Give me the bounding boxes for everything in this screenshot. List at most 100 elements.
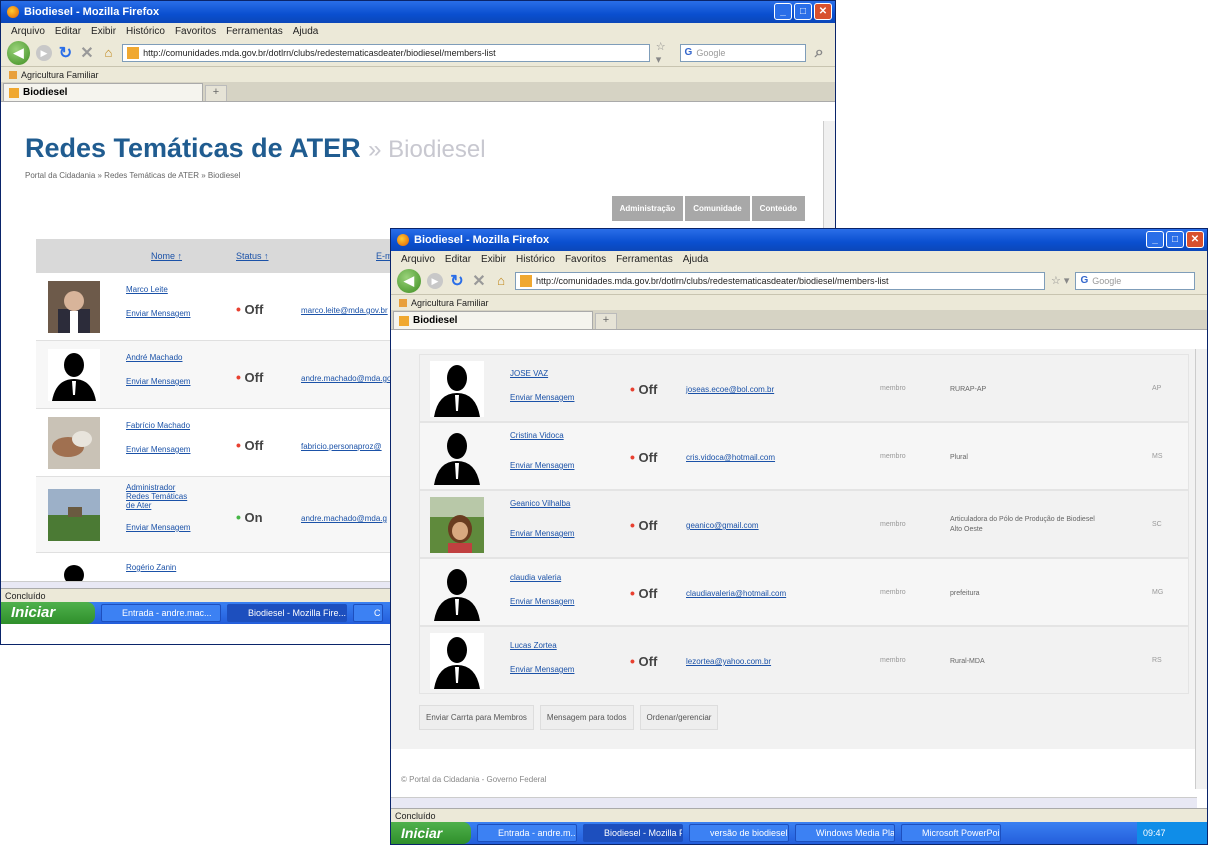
bookmark-star-icon[interactable]: ☆ ▾ <box>1051 274 1069 287</box>
new-tab-button[interactable]: + <box>595 313 617 329</box>
status-text: Off <box>244 370 264 385</box>
member-email[interactable]: andre.machado@mda.gov.br <box>301 374 404 383</box>
message-all-button[interactable]: Mensagem para todos <box>539 705 634 730</box>
menu-ajuda[interactable]: Ajuda <box>293 26 319 37</box>
send-message-link[interactable]: Enviar Mensagem <box>126 377 190 386</box>
tab-biodiesel[interactable]: Biodiesel <box>393 311 593 329</box>
send-message-link[interactable]: Enviar Mensagem <box>126 309 190 318</box>
vertical-scrollbar[interactable] <box>1195 349 1207 789</box>
search-magnifier-icon[interactable]: ⌕ <box>812 44 827 62</box>
taskbar-item-firefox[interactable]: Biodiesel - Mozilla F... <box>583 824 683 842</box>
member-name[interactable]: Fabrício Machado <box>126 421 190 430</box>
taskbar-item-outlook[interactable]: Entrada - andre.m... <box>477 824 577 842</box>
send-email-members-button[interactable]: Enviar Carrta para Membros <box>419 705 534 730</box>
member-email[interactable]: marco.leite@mda.gov.br <box>301 306 388 315</box>
conteudo-button[interactable]: Conteúdo <box>751 196 805 221</box>
member-name[interactable]: Lucas Zortea <box>510 641 557 650</box>
member-name[interactable]: Geanico Vilhalba <box>510 499 570 508</box>
home-icon[interactable]: ⌂ <box>101 45 116 60</box>
send-message-link[interactable]: Enviar Mensagem <box>126 445 190 454</box>
bookmark-agricultura-familiar[interactable]: Agricultura Familiar <box>21 70 99 80</box>
breadcrumb[interactable]: Portal da Cidadania » Redes Temáticas de… <box>25 171 240 180</box>
taskbar-item-firefox[interactable]: Biodiesel - Mozilla Fire... <box>227 604 347 622</box>
bookmarks-bar: Agricultura Familiar <box>1 67 835 82</box>
menu-historico[interactable]: Histórico <box>126 26 165 37</box>
menu-arquivo[interactable]: Arquivo <box>11 26 45 37</box>
taskbar-item-other[interactable]: C <box>353 604 383 622</box>
maximize-button[interactable]: □ <box>794 3 812 20</box>
send-message-link[interactable]: Enviar Mensagem <box>510 393 574 402</box>
taskbar-item-media-player[interactable]: Windows Media Pla... <box>795 824 895 842</box>
back-button[interactable]: ◀ <box>7 40 31 65</box>
forward-button[interactable]: ▶ <box>36 44 52 61</box>
search-input[interactable]: G Google <box>1075 271 1196 290</box>
member-email[interactable]: geanico@gmail.com <box>686 521 759 530</box>
member-name[interactable]: claudia valeria <box>510 573 561 582</box>
send-message-link[interactable]: Enviar Mensagem <box>510 461 574 470</box>
footer-text: © Portal da Cidadania - Governo Federal <box>401 775 547 784</box>
send-message-link[interactable]: Enviar Mensagem <box>126 523 190 532</box>
tab-favicon <box>399 315 409 326</box>
bookmark-star-icon[interactable]: ☆ ▾ <box>656 40 674 66</box>
administracao-button[interactable]: Administração <box>611 196 684 221</box>
taskbar: Iniciar Entrada - andre.m... Biodiesel -… <box>391 822 1207 844</box>
back-button[interactable]: ◀ <box>397 268 421 293</box>
menu-exibir[interactable]: Exibir <box>481 254 506 265</box>
menu-ferramentas[interactable]: Ferramentas <box>226 26 283 37</box>
stop-icon[interactable]: ✕ <box>471 271 487 291</box>
url-bar[interactable]: http://comunidades.mda.gov.br/dotlrn/clu… <box>515 271 1045 290</box>
search-input[interactable]: G Google <box>679 43 806 62</box>
member-email[interactable]: lezortea@yahoo.com.br <box>686 657 771 666</box>
member-name[interactable]: Marco Leite <box>126 285 168 294</box>
menu-ajuda[interactable]: Ajuda <box>683 254 709 265</box>
menu-favoritos[interactable]: Favoritos <box>175 26 216 37</box>
member-email[interactable]: fabricio.personaproz@ <box>301 442 382 451</box>
menu-favoritos[interactable]: Favoritos <box>565 254 606 265</box>
taskbar-item-outlook[interactable]: Entrada - andre.mac... <box>101 604 221 622</box>
send-message-link[interactable]: Enviar Mensagem <box>510 529 574 538</box>
start-button[interactable]: Iniciar <box>391 822 471 844</box>
member-email[interactable]: andre.machado@mda.g <box>301 514 387 523</box>
forward-button[interactable]: ▶ <box>427 272 443 289</box>
start-button[interactable]: Iniciar <box>1 602 95 624</box>
tab-biodiesel[interactable]: Biodiesel <box>3 83 203 101</box>
send-message-link[interactable]: Enviar Mensagem <box>510 597 574 606</box>
menu-editar[interactable]: Editar <box>55 26 81 37</box>
order-manage-button[interactable]: Ordenar/gerenciar <box>639 705 719 730</box>
maximize-button[interactable]: □ <box>1166 231 1184 248</box>
table-row: JOSE VAZ Enviar Mensagem • Off joseas.ec… <box>419 354 1189 422</box>
send-message-link[interactable]: Enviar Mensagem <box>510 665 574 674</box>
comunidade-button[interactable]: Comunidade <box>685 196 750 221</box>
bookmark-agricultura-familiar[interactable]: Agricultura Familiar <box>411 298 489 308</box>
member-email[interactable]: joseas.ecoe@bol.com.br <box>686 385 774 394</box>
member-name[interactable]: Rogério Zanin <box>126 563 176 572</box>
tab-bar: Biodiesel + <box>391 310 1207 330</box>
reload-icon[interactable]: ↻ <box>449 271 465 291</box>
member-name[interactable]: Cristina Vidoca <box>510 431 564 440</box>
status-indicator: • Off <box>630 585 657 601</box>
close-button[interactable]: ✕ <box>1186 231 1204 248</box>
minimize-button[interactable]: _ <box>1146 231 1164 248</box>
reload-icon[interactable]: ↻ <box>58 43 73 63</box>
site-icon <box>127 46 140 59</box>
menu-ferramentas[interactable]: Ferramentas <box>616 254 673 265</box>
member-name[interactable]: JOSE VAZ <box>510 369 548 378</box>
url-bar[interactable]: http://comunidades.mda.gov.br/dotlrn/clu… <box>122 43 650 62</box>
col-nome[interactable]: Nome ↑ <box>151 251 182 261</box>
new-tab-button[interactable]: + <box>205 85 227 101</box>
member-name[interactable]: Administrador Redes Temáticas de Ater <box>126 483 196 510</box>
minimize-button[interactable]: _ <box>774 3 792 20</box>
taskbar-item-powerpoint[interactable]: Microsoft PowerPoi... <box>901 824 1001 842</box>
col-status[interactable]: Status ↑ <box>236 251 269 261</box>
menu-arquivo[interactable]: Arquivo <box>401 254 435 265</box>
menu-exibir[interactable]: Exibir <box>91 26 116 37</box>
member-name[interactable]: André Machado <box>126 353 182 362</box>
menu-historico[interactable]: Histórico <box>516 254 555 265</box>
menu-editar[interactable]: Editar <box>445 254 471 265</box>
member-email[interactable]: cris.vidoca@hotmail.com <box>686 453 775 462</box>
home-icon[interactable]: ⌂ <box>493 273 509 288</box>
close-button[interactable]: ✕ <box>814 3 832 20</box>
member-email[interactable]: claudiavaleria@hotmail.com <box>686 589 786 598</box>
taskbar-item-folder[interactable]: versão de biodiesel <box>689 824 789 842</box>
stop-icon[interactable]: ✕ <box>79 43 94 63</box>
